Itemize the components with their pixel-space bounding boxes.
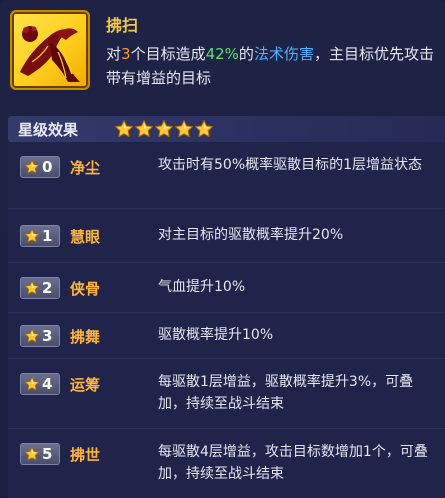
desc-text: 个目标造成 [130,45,206,63]
gold-star-icon [134,119,154,139]
star-effects-title: 星级效果 [18,121,79,139]
effect-name: 运筹 [70,376,101,394]
star-level-badge: 5 [20,443,60,465]
list-item: 5 拂世 每驱散4层增益，攻击目标数增加1个，可叠加，持续至战斗结束 [8,428,445,498]
star-level-number: 2 [42,279,53,297]
gold-star-icon [24,280,40,296]
star-level-number: 0 [42,158,53,176]
list-item: 2 侠骨 气血提升10% [8,262,445,312]
desc-damage-type: 法术伤害 [253,45,314,63]
gold-star-icon [194,119,214,139]
skill-header: 拂扫 对3个目标造成42%的法术伤害，主目标优先攻击带有增益的目标 [0,0,445,112]
effect-name: 拂世 [70,446,101,464]
star-effects-header: 星级效果 [8,116,445,142]
desc-text: 的 [238,45,254,63]
skill-name: 拂扫 [106,16,139,35]
effect-description: 攻击时有50%概率驱散目标的1层增益状态 [158,157,423,173]
star-level-number: 4 [42,375,53,393]
skill-description: 对3个目标造成42%的法术伤害，主目标优先攻击带有增益的目标 [106,42,436,90]
star-level-number: 5 [42,445,53,463]
list-item: 0 净尘 攻击时有50%概率驱散目标的1层增益状态 [8,142,445,208]
skill-detail-panel: 拂扫 对3个目标造成42%的法术伤害，主目标优先攻击带有增益的目标 星级效果 0… [0,0,445,498]
desc-damage-percent: 42% [205,45,239,63]
star-effects-list: 0 净尘 攻击时有50%概率驱散目标的1层增益状态 1 慧眼 对主目标的驱散概率… [8,142,445,498]
star-rating [114,119,214,139]
list-item: 1 慧眼 对主目标的驱散概率提升20% [8,208,445,262]
gold-star-icon [174,119,194,139]
effect-name: 慧眼 [70,228,101,246]
star-level-number: 3 [42,327,53,345]
gold-star-icon [24,376,40,392]
list-item: 4 运筹 每驱散1层增益，驱散概率提升3%，可叠加，持续至战斗结束 [8,358,445,428]
effect-description: 气血提升10% [158,279,246,295]
gold-star-icon [24,228,40,244]
star-level-badge: 2 [20,277,60,299]
star-level-badge: 4 [20,373,60,395]
gold-star-icon [24,328,40,344]
effect-description: 驱散概率提升10% [158,327,274,343]
gold-star-icon [24,446,40,462]
gold-star-icon [154,119,174,139]
whisk-sweep-icon [10,10,90,90]
effect-description: 每驱散4层增益，攻击目标数增加1个，可叠加，持续至战斗结束 [158,444,428,482]
effect-description: 对主目标的驱散概率提升20% [158,227,344,243]
star-level-badge: 0 [20,156,60,178]
effect-name: 侠骨 [70,280,101,298]
desc-target-count: 3 [121,45,131,63]
star-level-number: 1 [42,227,53,245]
star-level-badge: 3 [20,325,60,347]
gold-star-icon [114,119,134,139]
effect-name: 拂舞 [70,328,101,346]
effect-name: 净尘 [70,159,101,177]
star-level-badge: 1 [20,225,60,247]
gold-star-icon [24,159,40,175]
list-item: 3 拂舞 驱散概率提升10% [8,312,445,358]
effect-description: 每驱散1层增益，驱散概率提升3%，可叠加，持续至战斗结束 [158,374,414,412]
desc-text: 对 [106,45,122,63]
